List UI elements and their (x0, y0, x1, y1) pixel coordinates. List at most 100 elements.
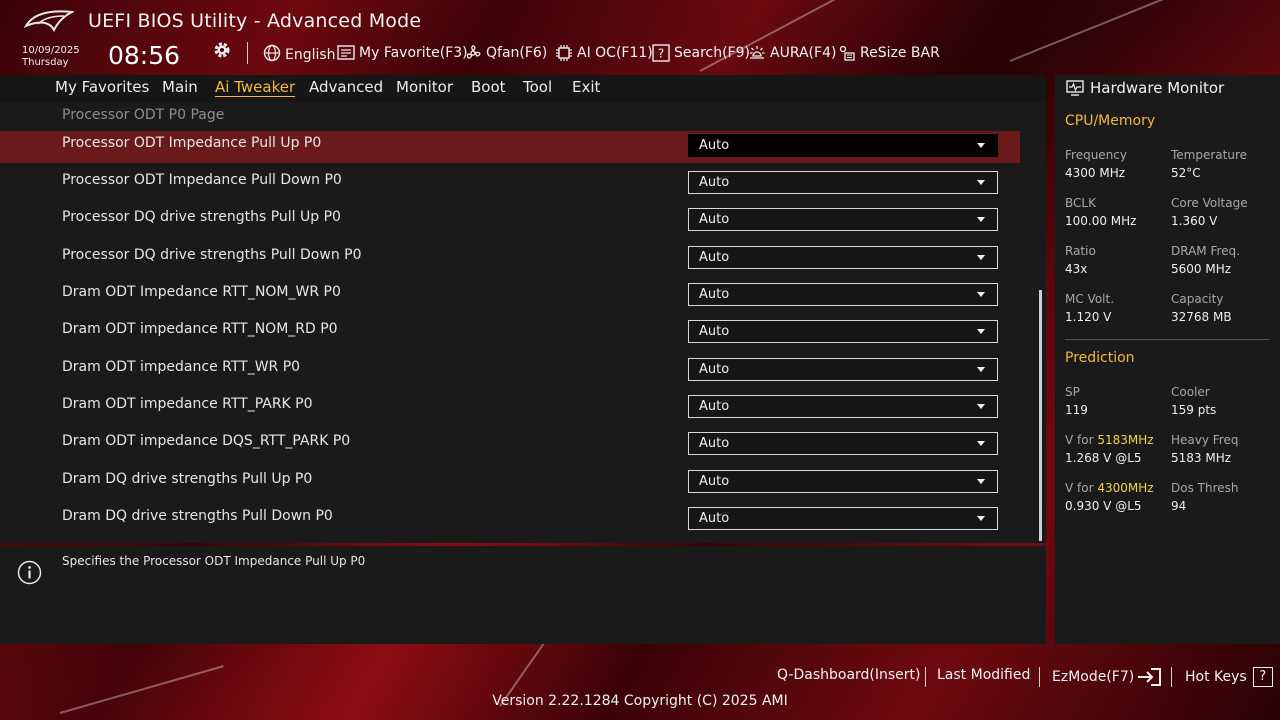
menu-monitor[interactable]: Monitor (396, 78, 453, 96)
ezmode-label: EzMode(F7) (1052, 669, 1135, 685)
setting-row[interactable]: Dram DQ drive strengths Pull Up P0 Auto (0, 467, 1020, 499)
ezmode-button[interactable]: EzMode(F7) (1052, 667, 1162, 687)
setting-dropdown[interactable]: Auto (688, 283, 998, 306)
mc-volt-label: MC Volt. (1065, 292, 1115, 306)
v-for-freq-1: 5183MHz (1097, 433, 1154, 447)
setting-dropdown[interactable]: Auto (688, 134, 998, 157)
core-voltage-value: 1.360 V (1171, 214, 1218, 228)
search-button[interactable]: ? Search(F9) (652, 43, 750, 63)
hotkeys-icon: ? (1252, 667, 1273, 687)
setting-label: Dram ODT impedance RTT_NOM_RD P0 (62, 321, 338, 337)
chevron-down-icon (977, 404, 985, 409)
menu-exit[interactable]: Exit (572, 78, 600, 96)
dropdown-value: Auto (699, 250, 730, 265)
temperature-value: 52°C (1171, 166, 1201, 180)
header-divider (247, 42, 248, 64)
hardware-monitor-panel: Hardware Monitor CPU/Memory Frequency 43… (1055, 75, 1280, 644)
heavy-freq-value: 5183 MHz (1171, 451, 1232, 465)
mc-volt-value: 1.120 V (1065, 310, 1112, 324)
setting-dropdown[interactable]: Auto (688, 171, 998, 194)
globe-icon (263, 44, 281, 62)
chevron-down-icon (977, 255, 985, 260)
setting-row[interactable]: Dram ODT impedance RTT_PARK P0 Auto (0, 392, 1020, 424)
setting-dropdown[interactable]: Auto (688, 432, 998, 455)
gear-icon[interactable] (212, 40, 232, 60)
setting-row[interactable]: Dram ODT impedance RTT_WR P0 Auto (0, 355, 1020, 387)
dropdown-value: Auto (699, 436, 730, 451)
date-display: 10/09/2025 Thursday (22, 45, 80, 69)
v-for-label-2: V for 4300MHz (1065, 481, 1154, 495)
cooler-value: 159 pts (1171, 403, 1217, 417)
setting-dropdown[interactable]: Auto (688, 320, 998, 343)
menu-advanced[interactable]: Advanced (309, 78, 383, 96)
dropdown-value: Auto (699, 399, 730, 414)
last-modified-button[interactable]: Last Modified (937, 667, 1030, 683)
setting-row[interactable]: Processor DQ drive strengths Pull Up P0 … (0, 205, 1020, 237)
page-title[interactable]: Processor ODT P0 Page (62, 107, 224, 123)
core-voltage-label: Core Voltage (1171, 196, 1248, 210)
menu-my-favorites[interactable]: My Favorites (55, 78, 149, 96)
hotkeys-glyph: ? (1259, 669, 1267, 684)
dropdown-value: Auto (699, 511, 730, 526)
footer-divider (1171, 667, 1172, 687)
setting-dropdown[interactable]: Auto (688, 246, 998, 269)
setting-row[interactable]: Processor ODT Impedance Pull Down P0 Aut… (0, 168, 1020, 200)
menu-tool[interactable]: Tool (523, 78, 552, 96)
v-for-value-2: 0.930 V @L5 (1065, 499, 1142, 513)
menu-ai-tweaker[interactable]: Ai Tweaker (215, 78, 296, 97)
ai-oc-button[interactable]: AI OC(F11) (555, 43, 653, 63)
resize-bar-icon (839, 45, 855, 61)
ezmode-exit-icon (1138, 668, 1162, 686)
setting-dropdown[interactable]: Auto (688, 395, 998, 418)
temperature-label: Temperature (1171, 148, 1248, 162)
dropdown-value: Auto (699, 175, 730, 190)
resize-bar-button[interactable]: ReSize BAR (838, 43, 940, 63)
heavy-freq-label: Heavy Freq (1171, 433, 1239, 447)
setting-row[interactable]: Dram ODT impedance DQS_RTT_PARK P0 Auto (0, 429, 1020, 461)
v-for-value-1: 1.268 V @L5 (1065, 451, 1142, 465)
chevron-down-icon (977, 329, 985, 334)
setting-row[interactable]: Dram DQ drive strengths Pull Down P0 Aut… (0, 504, 1020, 536)
my-favorite-label: My Favorite(F3) (359, 45, 468, 61)
menu-boot[interactable]: Boot (471, 78, 506, 96)
qfan-button[interactable]: Qfan(F6) (464, 43, 547, 63)
qfan-label: Qfan(F6) (486, 45, 548, 61)
setting-row[interactable]: Processor DQ drive strengths Pull Down P… (0, 243, 1020, 275)
menu-main[interactable]: Main (162, 78, 198, 96)
setting-label: Processor ODT Impedance Pull Up P0 (62, 135, 322, 151)
language-button[interactable]: English (263, 43, 336, 63)
scrollbar[interactable] (1039, 290, 1042, 541)
aura-icon (750, 46, 765, 59)
q-dashboard-button[interactable]: Q-Dashboard(Insert) (777, 667, 921, 683)
rog-logo (24, 10, 74, 33)
aura-label: AURA(F4) (770, 45, 837, 61)
hot-keys-button[interactable]: Hot Keys ? (1185, 667, 1273, 687)
hot-keys-label: Hot Keys (1185, 669, 1247, 685)
main-menu: My Favorites Main Ai Tweaker Advanced Mo… (0, 75, 1046, 102)
search-icon: ? (652, 44, 670, 62)
dropdown-value: Auto (699, 362, 730, 377)
aura-button[interactable]: AURA(F4) (748, 43, 836, 63)
setting-dropdown[interactable]: Auto (688, 507, 998, 530)
footer-divider (925, 667, 926, 687)
dropdown-value: Auto (699, 287, 730, 302)
date-text: 10/09/2025 (22, 45, 80, 56)
setting-row[interactable]: Dram ODT Impedance RTT_NOM_WR P0 Auto (0, 280, 1020, 312)
app-title: UEFI BIOS Utility - Advanced Mode (88, 10, 422, 32)
favorite-icon (337, 45, 355, 60)
clock: 08:56 (108, 41, 181, 70)
search-label: Search(F9) (674, 45, 750, 61)
setting-dropdown[interactable]: Auto (688, 470, 998, 493)
setting-dropdown[interactable]: Auto (688, 358, 998, 381)
sp-label: SP (1065, 385, 1080, 399)
chevron-down-icon (977, 217, 985, 222)
ratio-label: Ratio (1065, 244, 1096, 258)
v-for-freq-2: 4300MHz (1097, 481, 1154, 495)
setting-row[interactable]: Processor ODT Impedance Pull Up P0 Auto (0, 131, 1020, 163)
setting-label: Processor DQ drive strengths Pull Down P… (62, 247, 362, 263)
setting-dropdown[interactable]: Auto (688, 208, 998, 231)
dram-freq-value: 5600 MHz (1171, 262, 1232, 276)
v-for-prefix: V for (1065, 481, 1094, 495)
my-favorite-button[interactable]: My Favorite(F3) (337, 43, 468, 63)
setting-row[interactable]: Dram ODT impedance RTT_NOM_RD P0 Auto (0, 317, 1020, 349)
